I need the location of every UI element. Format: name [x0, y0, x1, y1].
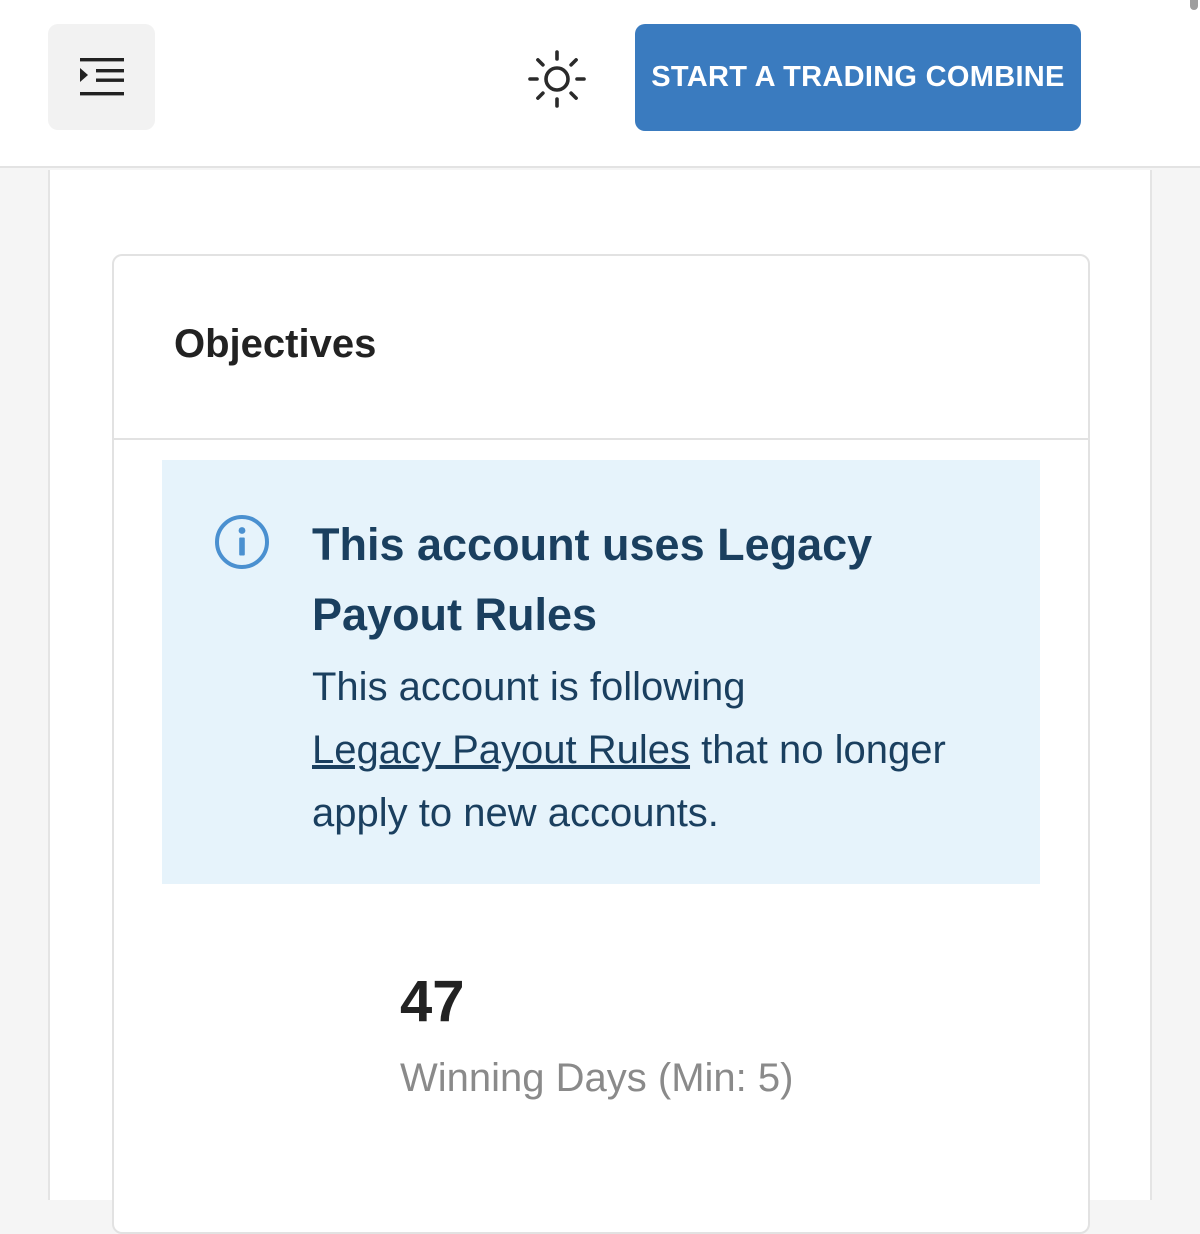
objectives-card: Objectives This account uses Legacy Payo… — [112, 254, 1090, 1234]
legacy-payout-rules-link[interactable]: Legacy Payout Rules — [312, 728, 690, 772]
winning-days-label: Winning Days (Min: 5) — [400, 1056, 794, 1100]
info-icon — [215, 515, 269, 569]
scrollbar-thumb[interactable] — [1190, 0, 1198, 10]
objectives-card-header: Objectives — [114, 256, 1088, 440]
sun-icon — [528, 50, 586, 108]
objectives-title: Objectives — [174, 322, 377, 366]
alert-body: This account is following Legacy Payout … — [312, 656, 1012, 845]
menu-toggle-button[interactable] — [48, 24, 155, 130]
top-header: START A TRADING COMBINE — [0, 0, 1200, 168]
main-content-panel: Objectives This account uses Legacy Payo… — [48, 170, 1152, 1234]
legacy-payout-alert: This account uses Legacy Payout Rules Th… — [162, 460, 1040, 884]
winning-days-value: 47 — [400, 969, 465, 1034]
theme-toggle-button[interactable] — [524, 46, 590, 112]
menu-indent-icon — [79, 58, 124, 96]
alert-title: This account uses Legacy Payout Rules — [312, 519, 873, 640]
start-trading-combine-button[interactable]: START A TRADING COMBINE — [635, 24, 1081, 131]
alert-body-prefix: This account is following — [312, 665, 746, 709]
